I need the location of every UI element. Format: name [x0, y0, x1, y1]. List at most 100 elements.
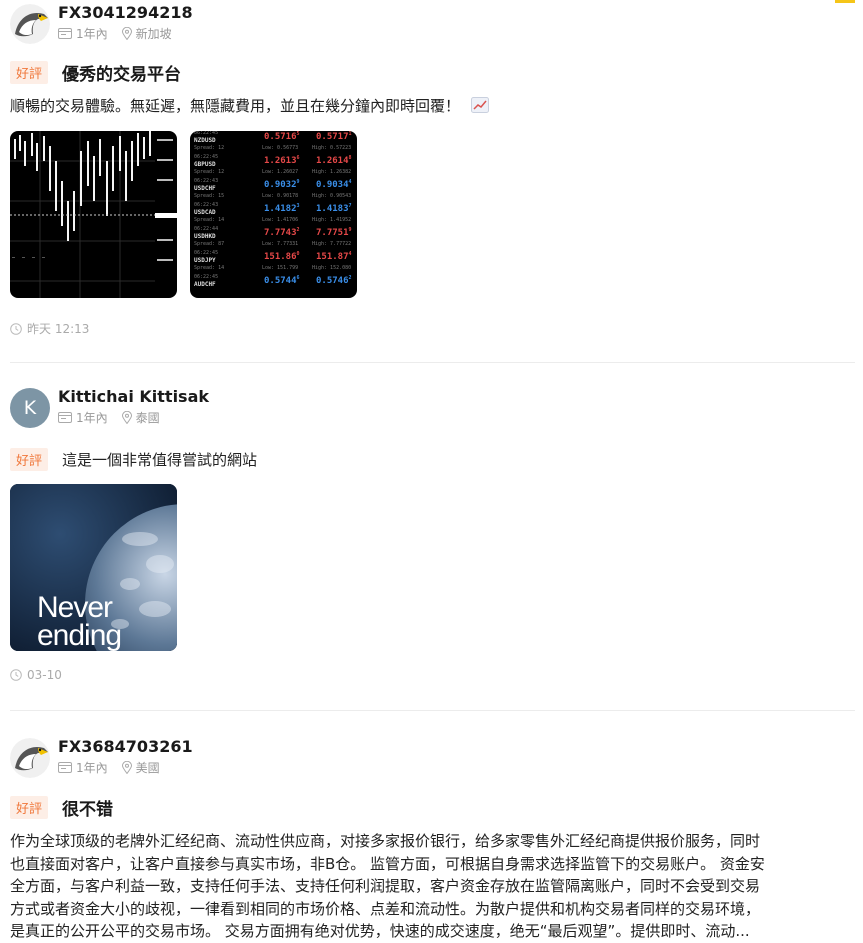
quote-time: 06:22:45 — [194, 250, 219, 256]
quote-bid: 7.77432 — [264, 227, 300, 238]
quote-bid: 1.41823 — [264, 203, 300, 214]
rating-tag: 好評 — [10, 796, 49, 819]
review-title-line: 好評 這是一個非常值得嘗試的網站 — [10, 448, 257, 471]
review-image-earth[interactable]: Never ending — [10, 484, 177, 651]
quote-bid: 0.57165 — [264, 131, 300, 142]
review-image-quotes[interactable]: 06:22:45 NZDUSD Spread: 12 0.57165 0.57171 Lo… — [190, 131, 357, 298]
image-caption-line-2: ending — [37, 619, 122, 651]
quote-bid: 0.90329 — [264, 179, 300, 190]
chart-increasing-emoji-icon — [470, 97, 489, 113]
divider — [10, 362, 855, 363]
quote-ask: 1.26148 — [316, 155, 352, 166]
review-location: 美國 — [135, 761, 160, 775]
quote-ask: 151.874 — [316, 251, 352, 262]
clock-icon — [10, 322, 22, 335]
quote-time: 06:22:44 — [194, 226, 219, 232]
review-meta: 1年內 泰國 — [58, 409, 160, 426]
candlestick-chart-image — [10, 131, 177, 298]
review-period: 1年內 — [76, 761, 108, 775]
rating-tag: 好評 — [10, 61, 49, 84]
quote-row: 06:22:43 USDCAD Spread: 14 1.41823 1.41837 Lo… — [190, 201, 357, 227]
quote-low: Low: 0.56773 — [262, 145, 299, 151]
quote-low: Low: 0.90178 — [262, 193, 299, 199]
review-location: 新加坡 — [135, 27, 172, 41]
quote-low: Low: 1.26027 — [262, 169, 299, 175]
location-pin-icon — [121, 761, 132, 774]
avatar[interactable]: K — [10, 388, 50, 428]
review-text: 順暢的交易體驗。無延遲，無隱藏費用，並且在幾分鐘內即時回覆！ — [10, 95, 850, 118]
quote-symbol: NZDUSD — [194, 137, 216, 144]
review-text-content: 順暢的交易體驗。無延遲，無隱藏費用，並且在幾分鐘內即時回覆！ — [10, 97, 461, 115]
quote-time: 06:22:45 — [194, 154, 219, 160]
review-body: 作为全球顶级的老牌外汇经纪商、流动性供应商，对接多家报价银行，给多家零售外汇经纪… — [10, 830, 850, 943]
review-body-line: 也直接面对客户，让客户直接参与真实市场，非B仓。 监管方面，可根据自身需求选择监… — [10, 854, 765, 873]
quote-spread: Spread: 14 — [194, 217, 225, 223]
quote-ask: 0.90344 — [316, 179, 352, 190]
location-pin-icon — [121, 27, 132, 40]
review-card: FX3041294218 1年內 新加坡 好評 優秀的交易平台 順暢的交易體驗。… — [10, 0, 855, 336]
quote-high: High: 1.26382 — [312, 169, 352, 175]
review-time: 03-10 — [10, 668, 62, 682]
quote-high: High: 0.90543 — [312, 193, 352, 199]
quote-bid: 1.26136 — [264, 155, 300, 166]
quote-symbol: USDJPY — [194, 257, 216, 264]
rating-tag: 好評 — [10, 448, 49, 471]
quote-ask: 1.41837 — [316, 203, 352, 214]
review-meta: 1年內 新加坡 — [58, 25, 172, 42]
quote-ask: 0.57171 — [316, 131, 352, 142]
reviewer-name[interactable]: FX3041294218 — [58, 3, 193, 22]
quote-bid: 0.57446 — [264, 275, 300, 286]
review-title-line: 好評 優秀的交易平台 — [10, 60, 181, 85]
clock-icon — [10, 669, 22, 681]
review-image-chart[interactable] — [10, 131, 177, 298]
divider — [10, 710, 855, 711]
review-body-line: 作为全球顶级的老牌外汇经纪商、流动性供应商，对接多家报价银行，给多家零售外汇经纪… — [10, 832, 761, 850]
quote-bid: 151.860 — [264, 251, 300, 262]
quote-row: 06:22:45 GBPUSD Spread: 12 1.26136 1.26148 Lo… — [190, 153, 357, 179]
quote-spread: Spread: 15 — [194, 193, 225, 199]
quote-time: 06:22:45 — [194, 131, 219, 136]
eagle-avatar[interactable] — [10, 738, 50, 778]
image-caption: Never ending — [37, 593, 122, 651]
review-time-text: 昨天 12:13 — [27, 322, 90, 336]
review-time-text: 03-10 — [27, 668, 62, 682]
review-title: 很不错 — [62, 800, 114, 820]
quote-low: Low: 1.41706 — [262, 217, 299, 223]
quote-row: 06:22:43 USDCHF Spread: 15 0.90329 0.90344 Lo… — [190, 177, 357, 203]
quote-time: 06:22:45 — [194, 274, 219, 280]
quote-low: Low: 151.799 — [262, 265, 299, 271]
quote-symbol: USDCAD — [194, 209, 216, 216]
review-meta: 1年內 美國 — [58, 759, 160, 776]
review-body-line: 是真正的公开公平的交易市场。 交易方面拥有绝对优势，快速的成交速度，绝无“最后观… — [10, 922, 750, 940]
eagle-icon — [10, 738, 50, 778]
reviewer-name[interactable]: Kittichai Kittisak — [58, 387, 209, 406]
quote-spread: Spread: 14 — [194, 265, 225, 271]
review-card: FX3684703261 1年內 美國 好評 很不错 作为全球顶级的老牌外汇经纪… — [10, 734, 855, 940]
review-body-line: 全方面，与客户利益一致，支持任何手法、支持任何利润提取，客户资金存放在监管隔离账… — [10, 877, 761, 895]
quote-time: 06:22:43 — [194, 202, 219, 208]
quote-spread: Spread: 12 — [194, 145, 225, 151]
review-text: 這是一個非常值得嘗試的網站 — [62, 451, 258, 469]
quote-symbol: GBPUSD — [194, 161, 216, 168]
review-header: K Kittichai Kittisak 1年內 泰國 — [10, 384, 855, 432]
review-time: 昨天 12:13 — [10, 320, 89, 337]
quote-spread: Spread: 87 — [194, 241, 225, 247]
calendar-icon — [58, 412, 72, 423]
eagle-icon — [10, 4, 50, 44]
review-card: K Kittichai Kittisak 1年內 泰國 好評 這是一個非常值得嘗… — [10, 384, 855, 682]
review-header: FX3041294218 1年內 新加坡 — [10, 0, 855, 48]
review-period: 1年內 — [76, 27, 108, 41]
calendar-icon — [58, 28, 72, 39]
quote-high: High: 152.080 — [312, 265, 352, 271]
quote-ask: 7.77519 — [316, 227, 352, 238]
quote-symbol: USDCHF — [194, 185, 216, 192]
quote-row: 06:22:45 NZDUSD Spread: 12 0.57165 0.57171 Lo… — [190, 131, 357, 155]
quote-row: 06:22:45 AUDCHF 0.57446 0.57462 — [190, 273, 357, 298]
quote-low: Low: 7.77331 — [262, 241, 299, 247]
eagle-avatar[interactable] — [10, 4, 50, 44]
review-title: 優秀的交易平台 — [62, 65, 182, 85]
quote-row: 06:22:45 USDJPY Spread: 14 151.860 151.874 Lo… — [190, 249, 357, 275]
quote-spread: Spread: 12 — [194, 169, 225, 175]
quote-high: High: 7.77722 — [312, 241, 352, 247]
reviewer-name[interactable]: FX3684703261 — [58, 737, 193, 756]
